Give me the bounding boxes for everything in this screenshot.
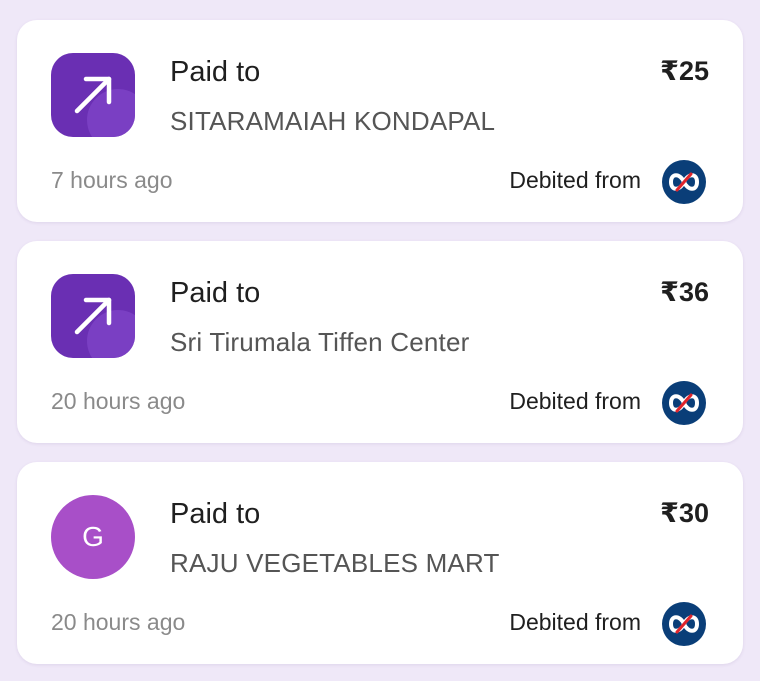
arrow-up-right-icon bbox=[51, 274, 135, 358]
transaction-card[interactable]: Paid to SITARAMAIAH KONDAPAL ₹25 7 hours… bbox=[17, 20, 743, 222]
payee-name: Sri Tirumala Tiffen Center bbox=[170, 327, 470, 357]
debited-from-label: Debited from bbox=[509, 388, 641, 414]
arrow-up-right-icon bbox=[51, 53, 135, 137]
payee-name: RAJU VEGETABLES MART bbox=[170, 548, 500, 578]
transaction-time: 7 hours ago bbox=[51, 167, 173, 193]
transaction-time: 20 hours ago bbox=[51, 388, 186, 414]
debited-from-label: Debited from bbox=[509, 609, 641, 635]
transaction-amount: ₹25 bbox=[660, 56, 709, 86]
kotak-bank-logo-icon bbox=[662, 602, 706, 646]
transaction-amount: ₹30 bbox=[660, 498, 709, 528]
transaction-card[interactable]: G Paid to RAJU VEGETABLES MART ₹30 20 ho… bbox=[17, 462, 743, 664]
debited-from-label: Debited from bbox=[509, 167, 641, 193]
transaction-title: Paid to bbox=[170, 498, 261, 530]
transaction-title: Paid to bbox=[170, 277, 261, 309]
avatar: G bbox=[51, 495, 135, 579]
kotak-bank-logo-icon bbox=[662, 381, 706, 425]
transaction-amount: ₹36 bbox=[660, 277, 709, 307]
transaction-card[interactable]: Paid to Sri Tirumala Tiffen Center ₹36 2… bbox=[17, 241, 743, 443]
payee-name: SITARAMAIAH KONDAPAL bbox=[170, 106, 496, 136]
transaction-time: 20 hours ago bbox=[51, 609, 186, 635]
kotak-bank-logo-icon bbox=[662, 160, 706, 204]
transaction-title: Paid to bbox=[170, 56, 261, 88]
